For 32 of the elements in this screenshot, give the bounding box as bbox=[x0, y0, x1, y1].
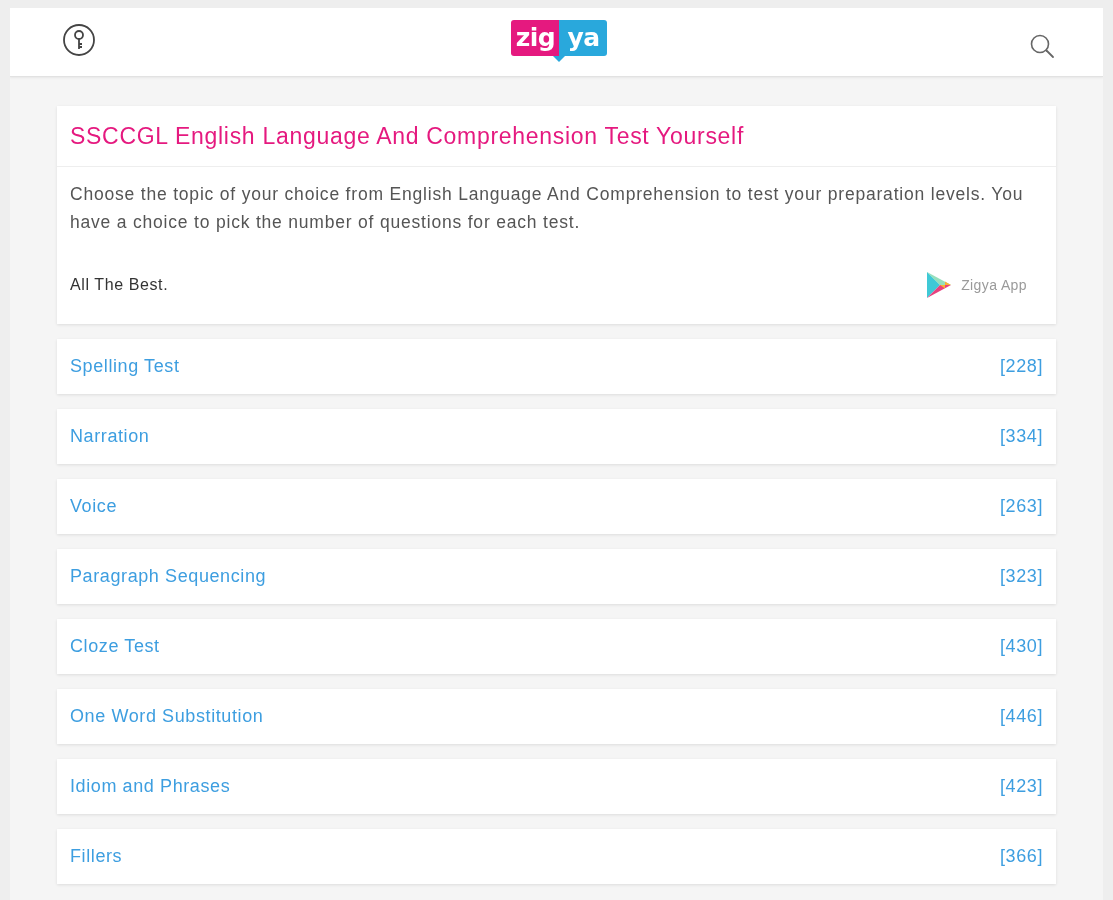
description-text: Choose the topic of your choice from English Language And Comprehension to test your preparation levels. You have a choice to pick the number of questions for each test. bbox=[70, 183, 1025, 234]
topic-name: One Word Substitution bbox=[70, 706, 264, 727]
topic-row[interactable]: One Word Substitution [446] bbox=[57, 689, 1056, 744]
question-count: [263] bbox=[999, 496, 1043, 517]
topic-row[interactable]: Fillers [366] bbox=[57, 829, 1056, 884]
page-title: SSCCGL English Language And Comprehension Test Yourself bbox=[70, 122, 744, 150]
closing-text: All The Best. bbox=[70, 276, 169, 294]
topic-name: Fillers bbox=[70, 846, 123, 867]
topic-name: Voice bbox=[70, 496, 118, 517]
question-count: [228] bbox=[999, 356, 1043, 377]
question-count: [423] bbox=[999, 776, 1043, 797]
topic-row[interactable]: Voice [263] bbox=[57, 479, 1056, 534]
key-icon[interactable] bbox=[62, 23, 96, 57]
play-triangle-icon bbox=[927, 272, 952, 298]
question-count: [366] bbox=[999, 846, 1043, 867]
app-link[interactable]: Zigya App bbox=[927, 272, 1027, 298]
question-count: [446] bbox=[999, 706, 1043, 727]
topic-name: Spelling Test bbox=[70, 356, 180, 377]
topic-row[interactable]: Idiom and Phrases [423] bbox=[57, 759, 1056, 814]
topic-row[interactable]: Paragraph Sequencing [323] bbox=[57, 549, 1056, 604]
topic-name: Paragraph Sequencing bbox=[70, 566, 267, 587]
topic-row[interactable]: Spelling Test [228] bbox=[57, 339, 1056, 394]
search-icon[interactable] bbox=[1029, 33, 1055, 59]
question-count: [323] bbox=[999, 566, 1043, 587]
topic-name: Narration bbox=[70, 426, 150, 447]
logo[interactable]: zig ya bbox=[510, 20, 607, 62]
topic-name: Idiom and Phrases bbox=[70, 776, 231, 797]
question-count: [430] bbox=[999, 636, 1043, 657]
topic-row[interactable]: Narration [334] bbox=[57, 409, 1056, 464]
topic-name: Cloze Test bbox=[70, 636, 160, 657]
question-count: [334] bbox=[999, 426, 1043, 447]
topic-row[interactable]: Cloze Test [430] bbox=[57, 619, 1056, 674]
